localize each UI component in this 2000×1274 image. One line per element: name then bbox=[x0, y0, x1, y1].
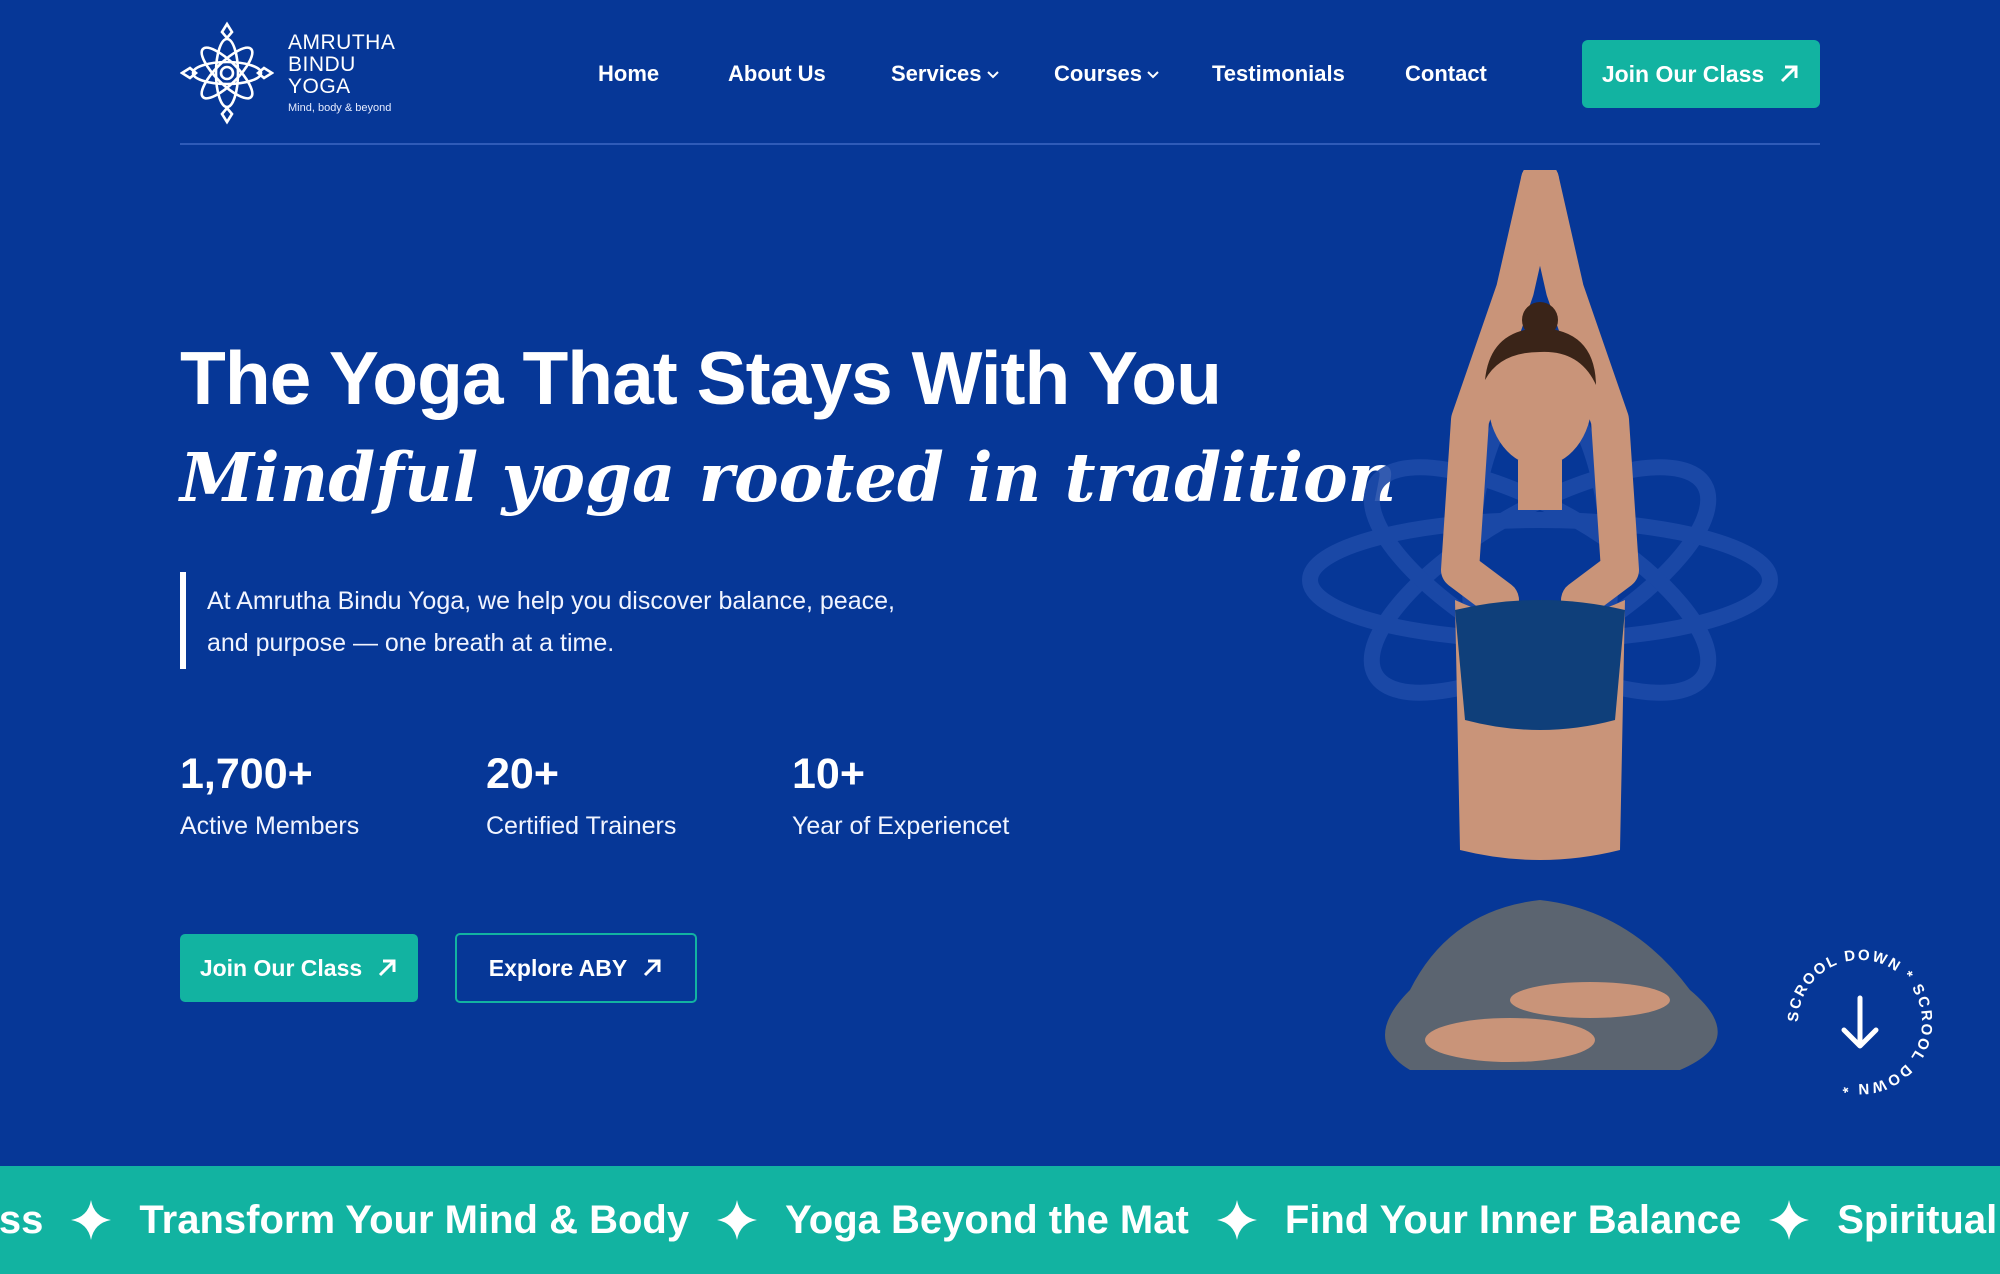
explore-aby-label: Explore ABY bbox=[488, 954, 628, 981]
stat-value: 20+ bbox=[486, 750, 559, 798]
tagline-marquee: llness Transform Your Mind & Body Yoga B… bbox=[0, 1166, 2000, 1274]
nav-item-courses[interactable]: Courses bbox=[1054, 56, 1160, 92]
arrow-up-right-icon bbox=[379, 959, 396, 977]
arrow-up-right-icon bbox=[644, 959, 661, 977]
marquee-item: llness bbox=[0, 1197, 44, 1242]
stat-years-experience: 10+ Year of Experiencet bbox=[792, 748, 1009, 841]
nav-item-services[interactable]: Services bbox=[891, 56, 1000, 92]
arrow-up-right-icon bbox=[1781, 65, 1798, 83]
hero-intro-line1: At Amrutha Bindu Yoga, we help you disco… bbox=[207, 587, 895, 615]
marquee-item: Spiritual G bbox=[1837, 1197, 2000, 1242]
nav-item-contact[interactable]: Contact bbox=[1405, 56, 1487, 92]
chevron-down-icon bbox=[1147, 71, 1159, 79]
nav-item-label: Testimonials bbox=[1212, 61, 1345, 86]
hero-section: AMRUTHA BINDU YOGA Mind, body & beyond H… bbox=[0, 0, 2000, 1166]
header-divider bbox=[180, 143, 1820, 145]
explore-aby-button[interactable]: Explore ABY bbox=[455, 933, 697, 1003]
marquee-item: Find Your Inner Balance bbox=[1284, 1197, 1742, 1242]
hero-subhead: Mindful yoga rooted in tradition bbox=[180, 438, 1397, 517]
nav-item-about-us[interactable]: About Us bbox=[728, 56, 826, 92]
join-class-button[interactable]: Join Our Class bbox=[180, 934, 418, 1002]
stat-value: 1,700+ bbox=[180, 750, 313, 798]
stat-active-members: 1,700+ Active Members bbox=[180, 748, 359, 841]
nav-item-label: About Us bbox=[728, 61, 826, 86]
stat-label: Active Members bbox=[180, 812, 360, 840]
hero-intro-line2: and purpose — one breath at a time. bbox=[207, 629, 615, 657]
brand-tagline: Mind, body & beyond bbox=[288, 102, 392, 114]
stat-value: 10+ bbox=[792, 750, 865, 798]
intro-accent-bar bbox=[180, 572, 186, 669]
join-class-label: Join Our Class bbox=[199, 954, 363, 981]
hero-headline: The Yoga That Stays With You bbox=[180, 336, 1222, 420]
sparkle-icon bbox=[717, 1200, 758, 1240]
nav-item-label: Contact bbox=[1405, 61, 1487, 86]
brand-name-line1: AMRUTHA bbox=[288, 31, 396, 54]
arrow-down-icon bbox=[1841, 995, 1879, 1049]
marquee-item: Yoga Beyond the Mat bbox=[785, 1197, 1189, 1242]
sparkle-icon bbox=[1216, 1200, 1257, 1240]
scroll-down-badge[interactable]: SCROOL DOWN * SCROOL DOWN * bbox=[1778, 940, 1942, 1104]
sparkle-icon bbox=[1769, 1200, 1810, 1240]
yoga-pose-image bbox=[1302, 170, 1778, 1070]
sparkle-icon bbox=[71, 1200, 112, 1240]
nav-item-testimonials[interactable]: Testimonials bbox=[1212, 56, 1345, 92]
chevron-down-icon bbox=[986, 71, 999, 79]
nav-item-home[interactable]: Home bbox=[598, 56, 659, 92]
hero-intro: At Amrutha Bindu Yoga, we help you disco… bbox=[207, 580, 967, 664]
header-join-class-button[interactable]: Join Our Class bbox=[1582, 40, 1820, 108]
nav-item-label: Courses bbox=[1054, 61, 1143, 86]
nav-item-label: Services bbox=[891, 61, 982, 86]
marquee-item: Transform Your Mind & Body bbox=[139, 1197, 690, 1242]
header-cta-label: Join Our Class bbox=[1601, 60, 1765, 87]
nav-item-label: Home bbox=[598, 61, 660, 86]
stat-label: Certified Trainers bbox=[486, 812, 677, 840]
stat-certified-trainers: 20+ Certified Trainers bbox=[486, 748, 676, 841]
stat-label: Year of Experiencet bbox=[792, 812, 1010, 840]
